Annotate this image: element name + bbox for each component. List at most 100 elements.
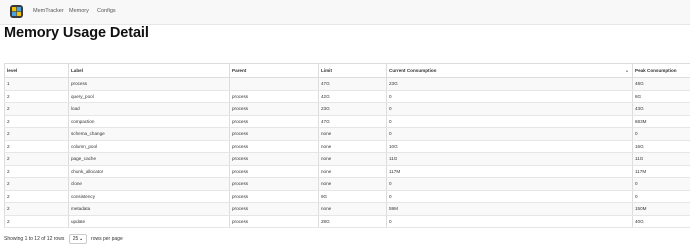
cell-limit: none: [318, 202, 387, 216]
table-row: 2 update process 28G 0 40G: [4, 215, 690, 228]
cell-limit: 47G: [318, 77, 387, 91]
cell-parent: process: [229, 152, 319, 166]
cell-limit: 42G: [318, 90, 387, 103]
cell-parent: process: [229, 165, 319, 178]
column-header-level[interactable]: level: [4, 63, 69, 78]
pagination-footer: Showing 1 to 12 of 12 rows 25 ▲ rows per…: [4, 234, 123, 245]
cell-label: update: [68, 215, 230, 228]
cell-level: 2: [4, 115, 69, 128]
top-navbar: MemTracker Memory Configs: [0, 0, 690, 25]
cell-label: process: [68, 77, 230, 91]
cell-peak-consumption: 683M: [632, 115, 690, 128]
cell-parent: [229, 77, 319, 91]
cell-peak-consumption: 8G: [632, 90, 690, 103]
cell-current-consumption: 0: [386, 102, 633, 116]
cell-label: clone: [68, 177, 230, 191]
cell-peak-consumption: 48G: [632, 77, 690, 91]
cell-peak-consumption: 0: [632, 190, 690, 203]
cell-level: 1: [4, 77, 69, 91]
cell-current-consumption: 0: [386, 177, 633, 191]
cell-limit: none: [318, 140, 387, 153]
cell-current-consumption: 0: [386, 115, 633, 128]
cell-parent: process: [229, 190, 319, 203]
cell-current-consumption: 0: [386, 127, 633, 141]
cell-label: compaction: [68, 115, 230, 128]
nav-link-memory[interactable]: Memory: [69, 8, 89, 14]
cell-parent: process: [229, 115, 319, 128]
table-body: 1 process 47G 23G 48G 2 query_pool process 42G 0 8…: [4, 77, 690, 228]
rows-per-page-label: rows per page: [91, 236, 123, 243]
cell-peak-consumption: 0: [632, 127, 690, 141]
nav-link-configs[interactable]: Configs: [97, 8, 116, 14]
cell-label: load: [68, 102, 230, 116]
table-row: 2 column_pool process none 10G 16G: [4, 140, 690, 153]
cell-level: 2: [4, 152, 69, 166]
table-row: 2 consistency process 9G 0 0: [4, 190, 690, 203]
cell-limit: 28G: [318, 215, 387, 228]
cell-level: 2: [4, 202, 69, 216]
table-header-row: level Label Parent Limit Current Consump…: [4, 63, 690, 78]
cell-level: 2: [4, 140, 69, 153]
cell-level: 2: [4, 127, 69, 141]
cell-limit: 47G: [318, 115, 387, 128]
cell-parent: process: [229, 177, 319, 191]
app-logo-icon[interactable]: [10, 5, 23, 18]
cell-current-consumption: 0: [386, 190, 633, 203]
table-row: 2 clone process none 0 0: [4, 177, 690, 191]
table-row: 2 query_pool process 42G 0 8G: [4, 90, 690, 103]
cell-limit: 23G: [318, 102, 387, 116]
column-header-parent[interactable]: Parent: [229, 63, 319, 78]
cell-peak-consumption: 11G: [632, 152, 690, 166]
cell-limit: none: [318, 165, 387, 178]
column-header-current-consumption-label: Current Consumption: [389, 68, 437, 73]
cell-current-consumption: 117M: [386, 165, 633, 178]
cell-label: page_cache: [68, 152, 230, 166]
column-header-label[interactable]: Label: [68, 63, 230, 78]
cell-current-consumption: 0: [386, 215, 633, 228]
page-size-value: 25: [72, 236, 79, 242]
table-row: 1 process 47G 23G 48G: [4, 77, 690, 91]
cell-label: column_pool: [68, 140, 230, 153]
cell-limit: 9G: [318, 190, 387, 203]
cell-parent: process: [229, 102, 319, 116]
table-row: 2 page_cache process none 11G 11G: [4, 152, 690, 166]
table-row: 2 compaction process 47G 0 683M: [4, 115, 690, 128]
cell-peak-consumption: 117M: [632, 165, 690, 178]
cell-label: consistency: [68, 190, 230, 203]
page-size-dropdown[interactable]: 25 ▲: [68, 234, 87, 245]
cell-peak-consumption: 16G: [632, 140, 690, 153]
cell-level: 2: [4, 177, 69, 191]
cell-current-consumption: 10G: [386, 140, 633, 153]
cell-peak-consumption: 43G: [632, 102, 690, 116]
cell-label: metadata: [68, 202, 230, 216]
table-row: 2 load process 23G 0 43G: [4, 102, 690, 116]
cell-peak-consumption: 0: [632, 177, 690, 191]
cell-level: 2: [4, 190, 69, 203]
cell-limit: none: [318, 127, 387, 141]
column-header-peak-consumption[interactable]: Peak Consumption: [632, 63, 690, 78]
cell-current-consumption: 23G: [386, 77, 633, 91]
cell-current-consumption: 11G: [386, 152, 633, 166]
cell-peak-consumption: 150M: [632, 202, 690, 216]
cell-level: 2: [4, 165, 69, 178]
memory-usage-table: level Label Parent Limit Current Consump…: [4, 63, 690, 228]
cell-level: 2: [4, 102, 69, 116]
column-header-current-consumption[interactable]: Current Consumption ▲︎: [386, 63, 633, 78]
table-row: 2 metadata process none 59M 150M: [4, 202, 690, 216]
caret-up-icon: ▲: [79, 237, 83, 241]
column-header-limit[interactable]: Limit: [318, 63, 387, 78]
table-row: 2 schema_change process none 0 0: [4, 127, 690, 141]
pagination-info: Showing 1 to 12 of 12 rows: [4, 236, 65, 243]
sort-icon[interactable]: ▲︎: [625, 68, 629, 73]
cell-limit: none: [318, 152, 387, 166]
cell-parent: process: [229, 140, 319, 153]
cell-current-consumption: 59M: [386, 202, 633, 216]
cell-current-consumption: 0: [386, 90, 633, 103]
page-title: Memory Usage Detail: [4, 25, 149, 41]
cell-parent: process: [229, 215, 319, 228]
cell-level: 2: [4, 215, 69, 228]
nav-link-memtracker[interactable]: MemTracker: [33, 8, 64, 14]
table-row: 2 chunk_allocator process none 117M 117M: [4, 165, 690, 178]
cell-label: schema_change: [68, 127, 230, 141]
cell-level: 2: [4, 90, 69, 103]
